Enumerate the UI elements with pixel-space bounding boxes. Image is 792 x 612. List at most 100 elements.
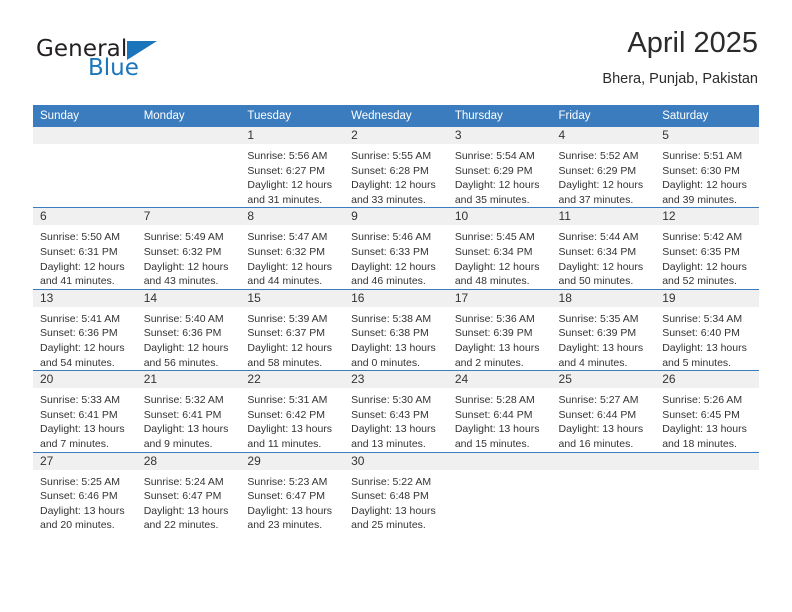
- calendar-day-cell[interactable]: 16 Sunrise: 5:38 AM Sunset: 6:38 PM Dayligh…: [344, 288, 448, 371]
- calendar-day-cell[interactable]: 8 Sunrise: 5:47 AM Sunset: 6:32 PM Daylight…: [240, 207, 345, 290]
- location-subtitle: Bhera, Punjab, Pakistan: [602, 71, 758, 87]
- sunrise-text: Sunrise: 5:45 AM: [454, 231, 535, 244]
- sunrise-text: Sunrise: 5:25 AM: [40, 475, 120, 488]
- sunrise-text: Sunrise: 5:42 AM: [662, 231, 743, 244]
- day-details: Sunrise: 5:54 AM Sunset: 6:29 PM Daylight:…: [448, 144, 552, 207]
- day-number: 29: [240, 452, 345, 470]
- day-number: 23: [344, 371, 448, 389]
- calendar-day-cell[interactable]: 11 Sunrise: 5:44 AM Sunset: 6:34 PM Dayligh…: [551, 207, 656, 290]
- day-details: Sunrise: 5:44 AM Sunset: 6:34 PM Daylight:…: [552, 225, 656, 288]
- day-number: 20: [33, 371, 137, 389]
- daylight-text: Daylight: 12 hours and 41 minutes.: [40, 260, 125, 288]
- daylight-text: Daylight: 13 hours and 25 minutes.: [351, 504, 436, 532]
- sunset-text: Sunset: 6:39 PM: [558, 327, 637, 340]
- sunset-text: Sunset: 6:39 PM: [454, 327, 533, 340]
- sunrise-text: Sunrise: 5:50 AM: [40, 231, 120, 244]
- day-number: 4: [551, 127, 656, 144]
- sunset-text: Sunset: 6:41 PM: [143, 408, 222, 421]
- day-details: Sunrise: 5:55 AM Sunset: 6:28 PM Daylight:…: [344, 144, 448, 207]
- day-number: 9: [344, 208, 448, 226]
- day-number: 18: [551, 289, 656, 307]
- day-details: Sunrise: 5:39 AM Sunset: 6:37 PM Daylight:…: [240, 307, 344, 370]
- sunrise-text: Sunrise: 5:40 AM: [143, 312, 224, 325]
- day-number: [551, 452, 656, 470]
- calendar-day-cell[interactable]: 6 Sunrise: 5:50 AM Sunset: 6:31 PM Daylight…: [33, 207, 137, 290]
- day-number: 19: [655, 289, 759, 307]
- calendar-day-cell[interactable]: 4 Sunrise: 5:52 AM Sunset: 6:29 PM Daylight…: [551, 127, 656, 208]
- day-number: 8: [240, 208, 345, 226]
- weekday-header-sunday: Sunday: [33, 105, 137, 127]
- day-details: Sunrise: 5:56 AM Sunset: 6:27 PM Daylight:…: [240, 144, 344, 207]
- day-number: [33, 127, 137, 144]
- calendar-cell-empty: [551, 451, 656, 533]
- weekday-header-tuesday: Tuesday: [240, 105, 345, 127]
- sunset-text: Sunset: 6:31 PM: [40, 245, 118, 258]
- daylight-text: Daylight: 12 hours and 33 minutes.: [351, 179, 436, 206]
- sunrise-text: Sunrise: 5:52 AM: [558, 150, 639, 162]
- day-details: Sunrise: 5:23 AM Sunset: 6:47 PM Daylight:…: [240, 470, 344, 533]
- daylight-text: Daylight: 13 hours and 4 minutes.: [558, 341, 644, 369]
- calendar-day-cell[interactable]: 15 Sunrise: 5:39 AM Sunset: 6:37 PM Dayligh…: [240, 288, 345, 371]
- sunrise-text: Sunrise: 5:30 AM: [351, 394, 432, 407]
- calendar-body: 1 Sunrise: 5:56 AM Sunset: 6:27 PM Daylight…: [33, 127, 759, 533]
- day-number: 16: [344, 289, 448, 307]
- day-number: 11: [551, 208, 656, 226]
- calendar-day-cell[interactable]: 18 Sunrise: 5:35 AM Sunset: 6:39 PM Dayligh…: [551, 288, 656, 371]
- daylight-text: Daylight: 13 hours and 2 minutes.: [454, 341, 540, 369]
- sunrise-text: Sunrise: 5:54 AM: [454, 150, 535, 162]
- daylight-text: Daylight: 13 hours and 5 minutes.: [662, 341, 747, 369]
- sunrise-text: Sunrise: 5:49 AM: [143, 231, 224, 244]
- calendar-day-cell[interactable]: 10 Sunrise: 5:45 AM Sunset: 6:34 PM Dayligh…: [447, 207, 552, 290]
- sunset-text: Sunset: 6:36 PM: [143, 327, 222, 340]
- calendar-day-cell[interactable]: 21 Sunrise: 5:32 AM Sunset: 6:41 PM Dayligh…: [136, 370, 241, 452]
- calendar-day-cell[interactable]: 13 Sunrise: 5:41 AM Sunset: 6:36 PM Dayligh…: [33, 288, 137, 371]
- sunset-text: Sunset: 6:32 PM: [247, 245, 326, 258]
- logo-text-blue: Blue: [88, 55, 139, 81]
- sunset-text: Sunset: 6:34 PM: [558, 245, 637, 258]
- calendar-day-cell[interactable]: 20 Sunrise: 5:33 AM Sunset: 6:41 PM Dayligh…: [33, 370, 137, 452]
- sunrise-text: Sunrise: 5:46 AM: [351, 231, 432, 244]
- calendar-day-cell[interactable]: 19 Sunrise: 5:34 AM Sunset: 6:40 PM Dayligh…: [655, 288, 759, 371]
- sunrise-text: Sunrise: 5:35 AM: [558, 312, 639, 325]
- calendar-day-cell[interactable]: 24 Sunrise: 5:28 AM Sunset: 6:44 PM Dayligh…: [447, 370, 552, 452]
- calendar-day-cell[interactable]: 28 Sunrise: 5:24 AM Sunset: 6:47 PM Dayligh…: [136, 451, 241, 533]
- calendar-day-cell[interactable]: 1 Sunrise: 5:56 AM Sunset: 6:27 PM Daylight…: [240, 127, 345, 208]
- calendar-day-cell[interactable]: 3 Sunrise: 5:54 AM Sunset: 6:29 PM Daylight…: [447, 127, 552, 208]
- calendar-day-cell[interactable]: 23 Sunrise: 5:30 AM Sunset: 6:43 PM Dayligh…: [344, 370, 448, 452]
- sunset-text: Sunset: 6:29 PM: [454, 164, 533, 177]
- calendar-day-cell[interactable]: 2 Sunrise: 5:55 AM Sunset: 6:28 PM Daylight…: [344, 127, 448, 208]
- calendar-day-cell[interactable]: 22 Sunrise: 5:31 AM Sunset: 6:42 PM Dayligh…: [240, 370, 345, 452]
- weekday-header-wednesday: Wednesday: [344, 105, 448, 127]
- calendar-day-cell[interactable]: 25 Sunrise: 5:27 AM Sunset: 6:44 PM Dayligh…: [551, 370, 656, 452]
- calendar-day-cell[interactable]: 9 Sunrise: 5:46 AM Sunset: 6:33 PM Daylight…: [344, 207, 448, 290]
- day-number: 13: [33, 289, 137, 307]
- calendar-day-cell[interactable]: 29 Sunrise: 5:23 AM Sunset: 6:47 PM Dayligh…: [240, 451, 345, 533]
- calendar-day-cell[interactable]: 14 Sunrise: 5:40 AM Sunset: 6:36 PM Dayligh…: [136, 288, 241, 371]
- calendar-week-row: 13 Sunrise: 5:41 AM Sunset: 6:36 PM Dayligh…: [33, 288, 759, 371]
- weekday-header-saturday: Saturday: [655, 105, 759, 127]
- calendar-day-cell[interactable]: 7 Sunrise: 5:49 AM Sunset: 6:32 PM Daylight…: [136, 207, 241, 290]
- calendar-week-row: 1 Sunrise: 5:56 AM Sunset: 6:27 PM Daylight…: [33, 127, 759, 208]
- general-blue-logo[interactable]: General Blue: [36, 36, 236, 94]
- calendar-day-cell[interactable]: 27 Sunrise: 5:25 AM Sunset: 6:46 PM Dayligh…: [33, 451, 137, 533]
- sunset-text: Sunset: 6:47 PM: [143, 490, 222, 503]
- daylight-text: Daylight: 12 hours and 43 minutes.: [143, 260, 229, 288]
- day-details: Sunrise: 5:34 AM Sunset: 6:40 PM Daylight:…: [655, 307, 759, 370]
- daylight-text: Daylight: 13 hours and 9 minutes.: [143, 423, 229, 450]
- calendar-week-row: 27 Sunrise: 5:25 AM Sunset: 6:46 PM Dayligh…: [33, 451, 759, 533]
- calendar-day-cell[interactable]: 26 Sunrise: 5:26 AM Sunset: 6:45 PM Dayligh…: [655, 370, 759, 452]
- day-number: 6: [33, 208, 137, 226]
- calendar-day-cell[interactable]: 5 Sunrise: 5:51 AM Sunset: 6:30 PM Daylight…: [655, 127, 759, 208]
- calendar-day-cell[interactable]: 17 Sunrise: 5:36 AM Sunset: 6:39 PM Dayligh…: [447, 288, 552, 371]
- sunrise-text: Sunrise: 5:27 AM: [558, 394, 639, 407]
- daylight-text: Daylight: 12 hours and 44 minutes.: [247, 260, 333, 288]
- day-number: 7: [136, 208, 241, 226]
- calendar-cell-empty: [33, 127, 137, 208]
- sunrise-text: Sunrise: 5:51 AM: [662, 150, 743, 162]
- page-title: April 2025: [627, 27, 758, 59]
- day-number: [136, 127, 241, 144]
- weekday-header-monday: Monday: [136, 105, 241, 127]
- day-details: Sunrise: 5:36 AM Sunset: 6:39 PM Daylight:…: [448, 307, 552, 370]
- calendar-day-cell[interactable]: 30 Sunrise: 5:22 AM Sunset: 6:48 PM Dayligh…: [344, 451, 448, 533]
- calendar-day-cell[interactable]: 12 Sunrise: 5:42 AM Sunset: 6:35 PM Dayligh…: [655, 207, 759, 290]
